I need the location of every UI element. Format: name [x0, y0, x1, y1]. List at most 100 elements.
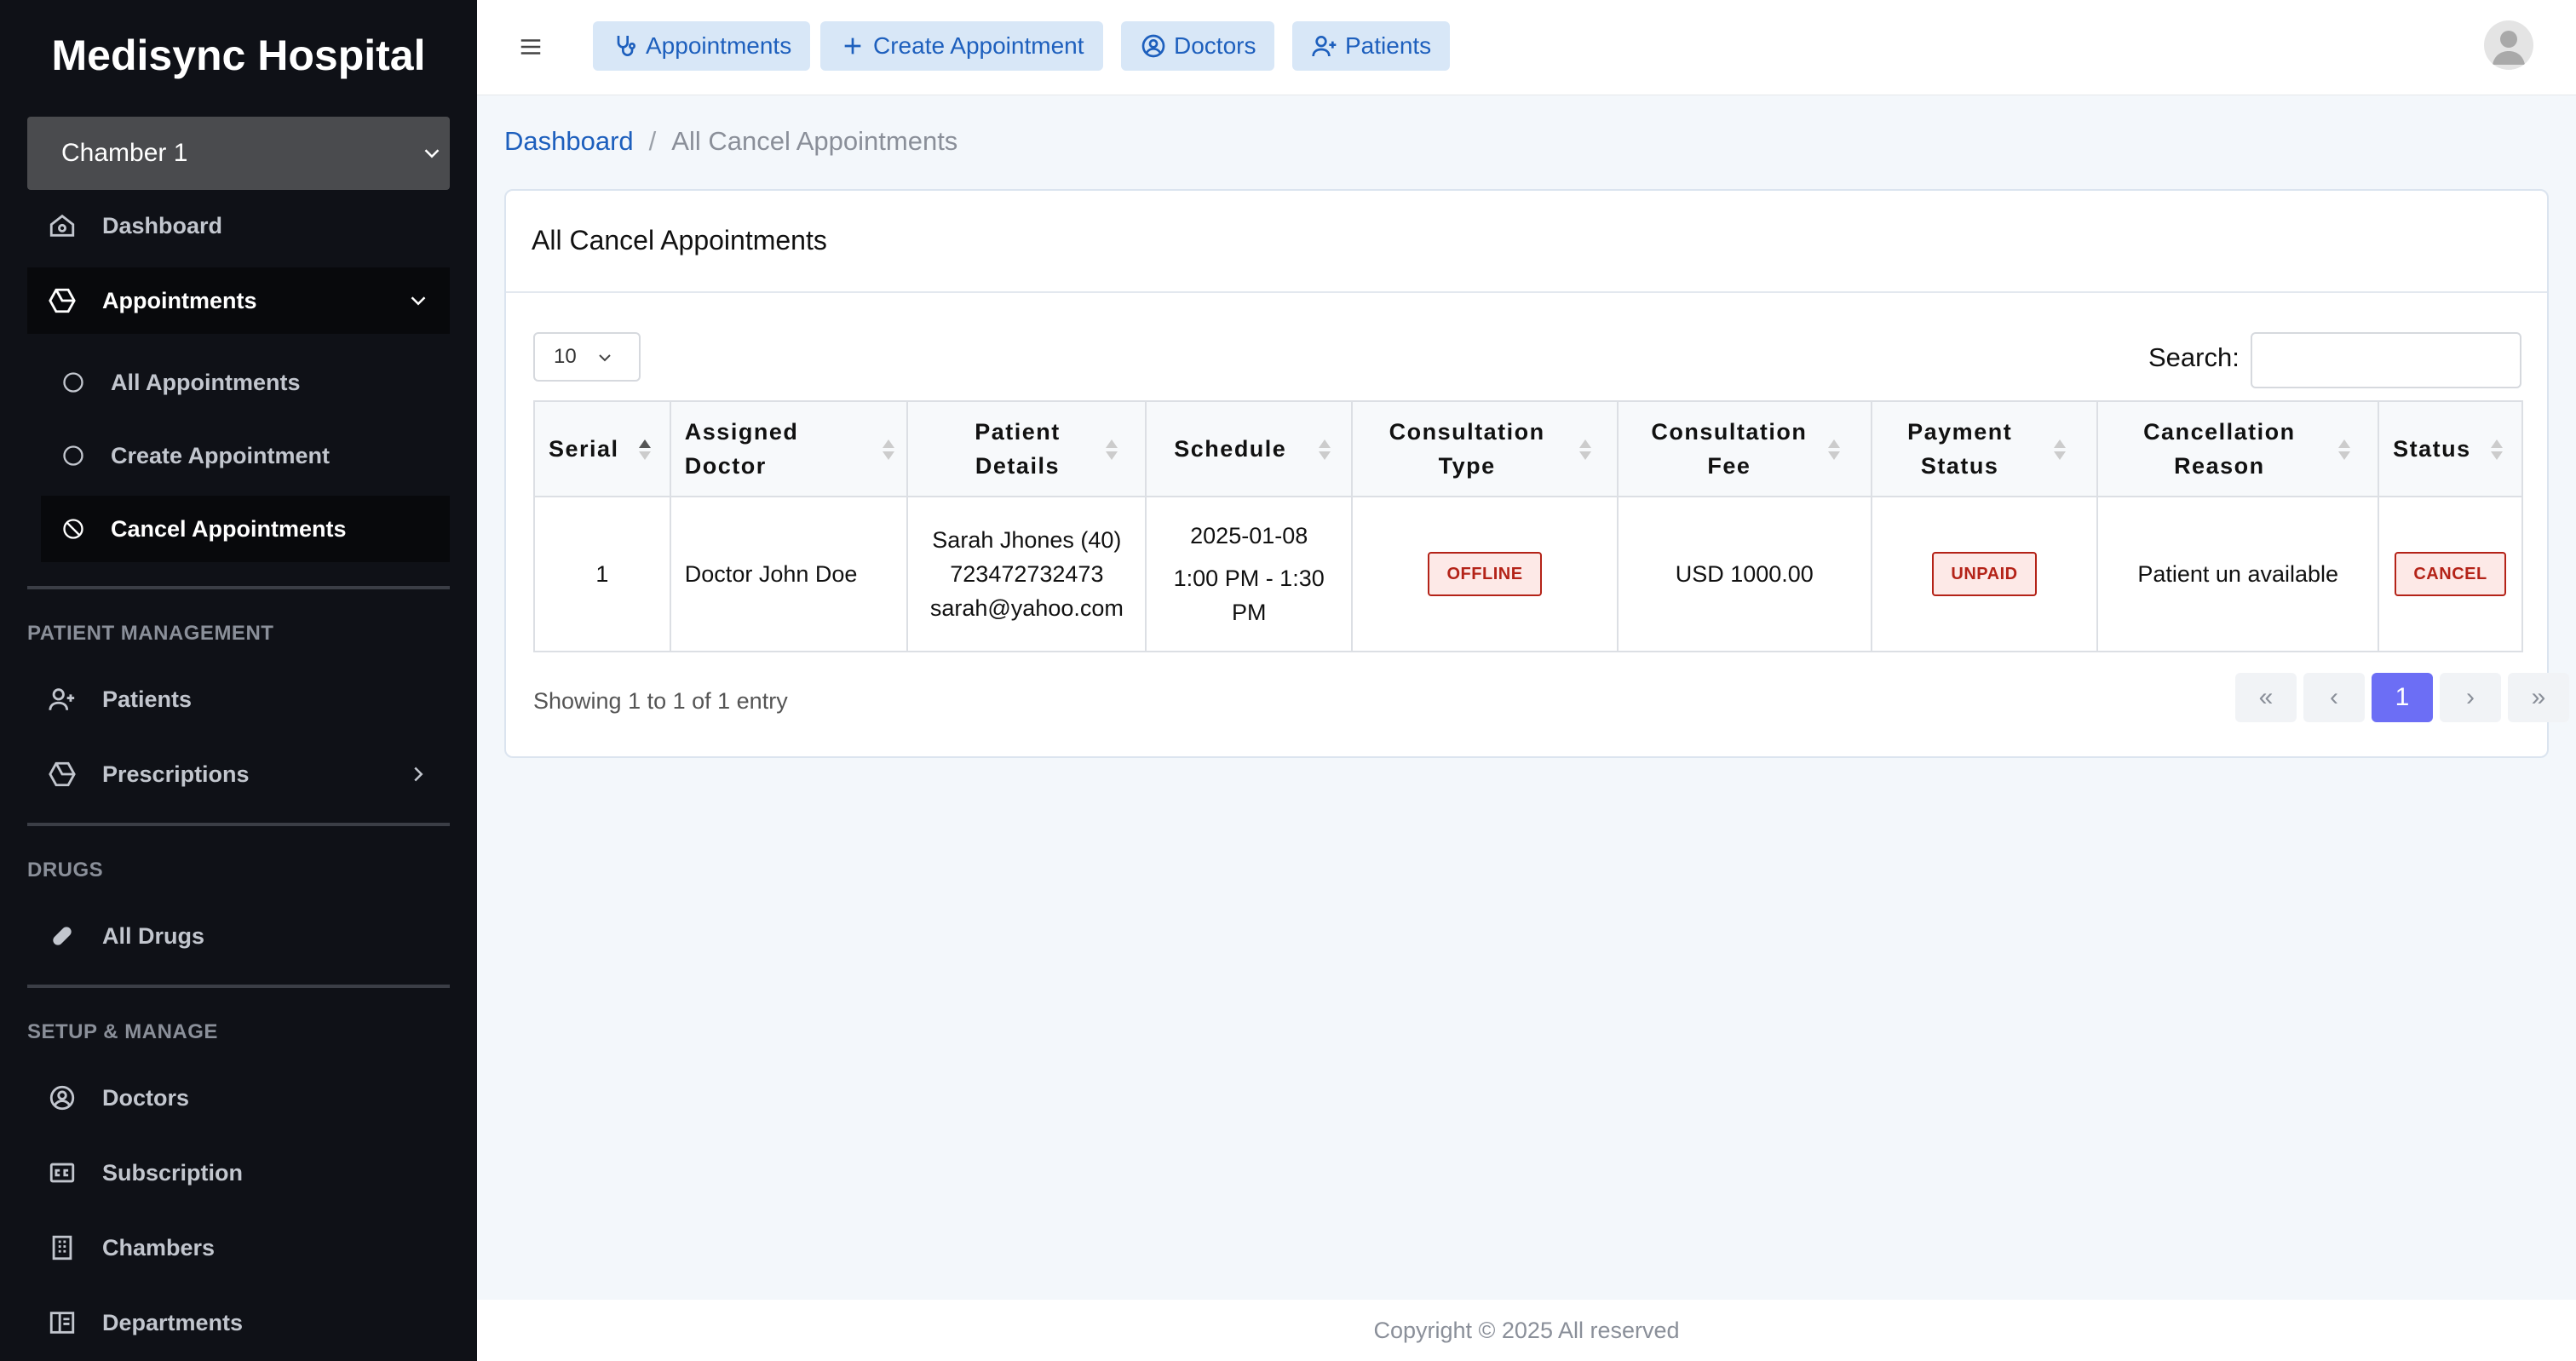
cell-serial: 1 [533, 496, 671, 652]
payment-status-badge: UNPAID [1932, 552, 2037, 596]
building-icon [48, 1233, 77, 1262]
pill-icon [48, 922, 77, 950]
sidebar-item-create-appointment[interactable]: Create Appointment [41, 422, 450, 489]
cell-payment-status: UNPAID [1870, 496, 2099, 652]
chevron-down-icon [424, 149, 440, 158]
column-header-doctor[interactable]: Assigned Doctor [669, 400, 909, 497]
ban-icon [61, 517, 85, 541]
column-header-payment-status[interactable]: Payment Status [1870, 400, 2099, 497]
button-label: Create Appointment [873, 32, 1084, 59]
page-length-value: 10 [554, 345, 577, 368]
sort-asc-icon [638, 439, 651, 460]
section-label-patient-management: PATIENT MANAGEMENT [27, 622, 274, 645]
appointments-button[interactable]: Appointments [593, 21, 811, 71]
cell-doctor: Doctor John Doe [669, 496, 909, 652]
sidebar-item-prescriptions[interactable]: Prescriptions [27, 741, 450, 807]
avatar[interactable] [2484, 20, 2533, 70]
sidebar-item-label: All Drugs [102, 922, 205, 949]
column-header-status[interactable]: Status [2378, 400, 2523, 497]
card-title: All Cancel Appointments [532, 225, 827, 256]
card-header-divider [506, 291, 2547, 293]
column-header-consultation-fee[interactable]: Consultation Fee [1616, 400, 1872, 497]
column-header-label: Consultation Type [1389, 419, 1545, 479]
cell-consultation-fee: USD 1000.00 [1616, 496, 1872, 652]
cell-consultation-type: OFFLINE [1351, 496, 1619, 652]
cancel-appointments-card: All Cancel Appointments 10 Search: Seria… [504, 189, 2569, 758]
hexagon-icon [48, 760, 77, 789]
sidebar-item-label: All Appointments [111, 369, 301, 395]
sidebar-item-patients[interactable]: Patients [27, 666, 450, 732]
topbar: Appointments Create Appointment Doctors … [477, 0, 2576, 95]
create-appointment-button[interactable]: Create Appointment [820, 21, 1103, 71]
column-header-label: Assigned Doctor [684, 419, 799, 479]
sidebar-item-departments[interactable]: Departments [27, 1289, 450, 1356]
sort-icon [2491, 439, 2503, 460]
page-length-select[interactable]: 10 [533, 332, 641, 382]
last-page-button[interactable]: » [2508, 673, 2569, 722]
sort-icon [1106, 439, 1118, 460]
column-header-label: Status [2393, 436, 2471, 462]
sort-icon [883, 439, 895, 460]
cell-schedule: 2025-01-08 1:00 PM - 1:30 PM [1145, 496, 1354, 652]
first-page-button[interactable]: « [2235, 673, 2297, 722]
stethoscope-icon [612, 32, 639, 60]
hexagon-icon [48, 286, 77, 315]
search-label: Search: [2148, 342, 2240, 372]
sidebar-item-all-appointments[interactable]: All Appointments [41, 349, 450, 416]
breadcrumb-current: All Cancel Appointments [671, 126, 958, 156]
cell-cancellation-reason: Patient un available [2096, 496, 2380, 652]
sidebar-item-label: Create Appointment [111, 442, 331, 468]
sidebar-item-label: Appointments [102, 287, 257, 313]
sidebar-item-subscription[interactable]: Subscription [27, 1140, 450, 1206]
cell-status: CANCEL [2378, 496, 2523, 652]
sidebar-item-label: Departments [102, 1309, 244, 1335]
brand-title: Medisync Hospital [51, 32, 426, 79]
sidebar-item-doctors[interactable]: Doctors [27, 1065, 450, 1131]
patients-button[interactable]: Patients [1292, 21, 1451, 71]
patient-email: sarah@yahoo.com [929, 595, 1124, 621]
table-row: 1 Doctor John Doe Sarah Jhones (40) 7234… [533, 496, 2523, 652]
chevron-down-icon [599, 354, 611, 362]
doctors-button[interactable]: Doctors [1121, 21, 1275, 71]
column-header-patient-details[interactable]: Patient Details [906, 400, 1147, 497]
column-header-consultation-type[interactable]: Consultation Type [1351, 400, 1619, 497]
sort-icon [2338, 439, 2351, 460]
circle-icon [61, 370, 85, 394]
schedule-date: 2025-01-08 [1190, 523, 1308, 548]
previous-page-button[interactable]: ‹ [2303, 673, 2365, 722]
table-header-row: Serial Assigned Doctor Patient Details S… [533, 400, 2523, 497]
footer: Copyright © 2025 All reserved [477, 1300, 2576, 1361]
sidebar-item-cancel-appointments[interactable]: Cancel Appointments [41, 496, 450, 562]
sidebar-divider [27, 586, 450, 589]
menu-icon[interactable] [518, 34, 543, 60]
breadcrumb-dashboard-link[interactable]: Dashboard [504, 126, 634, 157]
schedule-time: 1:00 PM - 1:30 PM [1173, 566, 1325, 625]
patient-phone: 723472732473 [950, 561, 1104, 587]
sort-icon [1578, 439, 1591, 460]
column-header-label: Consultation Fee [1651, 419, 1808, 479]
next-page-button[interactable]: › [2440, 673, 2501, 722]
sidebar-item-dashboard[interactable]: Dashboard [27, 192, 450, 259]
column-header-schedule[interactable]: Schedule [1145, 400, 1354, 497]
page-1-button[interactable]: 1 [2372, 673, 2433, 722]
chamber-select[interactable]: Chamber 1 [27, 117, 450, 190]
search-input[interactable] [2251, 332, 2521, 388]
sidebar-item-label: Dashboard [102, 212, 223, 238]
sidebar-divider [27, 823, 450, 826]
cell-patient-details: Sarah Jhones (40) 723472732473 sarah@yah… [906, 496, 1147, 652]
column-header-serial[interactable]: Serial [533, 400, 671, 497]
sidebar-item-chambers[interactable]: Chambers [27, 1215, 450, 1281]
column-header-label: Cancellation Reason [2143, 419, 2296, 479]
sidebar-item-appointments[interactable]: Appointments [27, 267, 450, 334]
sort-icon [2054, 439, 2067, 460]
consultation-type-badge: OFFLINE [1428, 552, 1542, 596]
column-header-cancellation-reason[interactable]: Cancellation Reason [2096, 400, 2380, 497]
sidebar-item-all-drugs[interactable]: All Drugs [27, 903, 450, 969]
column-header-label: Schedule [1174, 436, 1287, 462]
sidebar-item-label: Prescriptions [102, 761, 250, 787]
column-header-label: Payment Status [1907, 419, 2013, 479]
sort-icon [1827, 439, 1840, 460]
sidebar-item-label: Patients [102, 686, 193, 712]
breadcrumb-separator: / [648, 126, 657, 156]
sidebar-divider [27, 985, 450, 988]
